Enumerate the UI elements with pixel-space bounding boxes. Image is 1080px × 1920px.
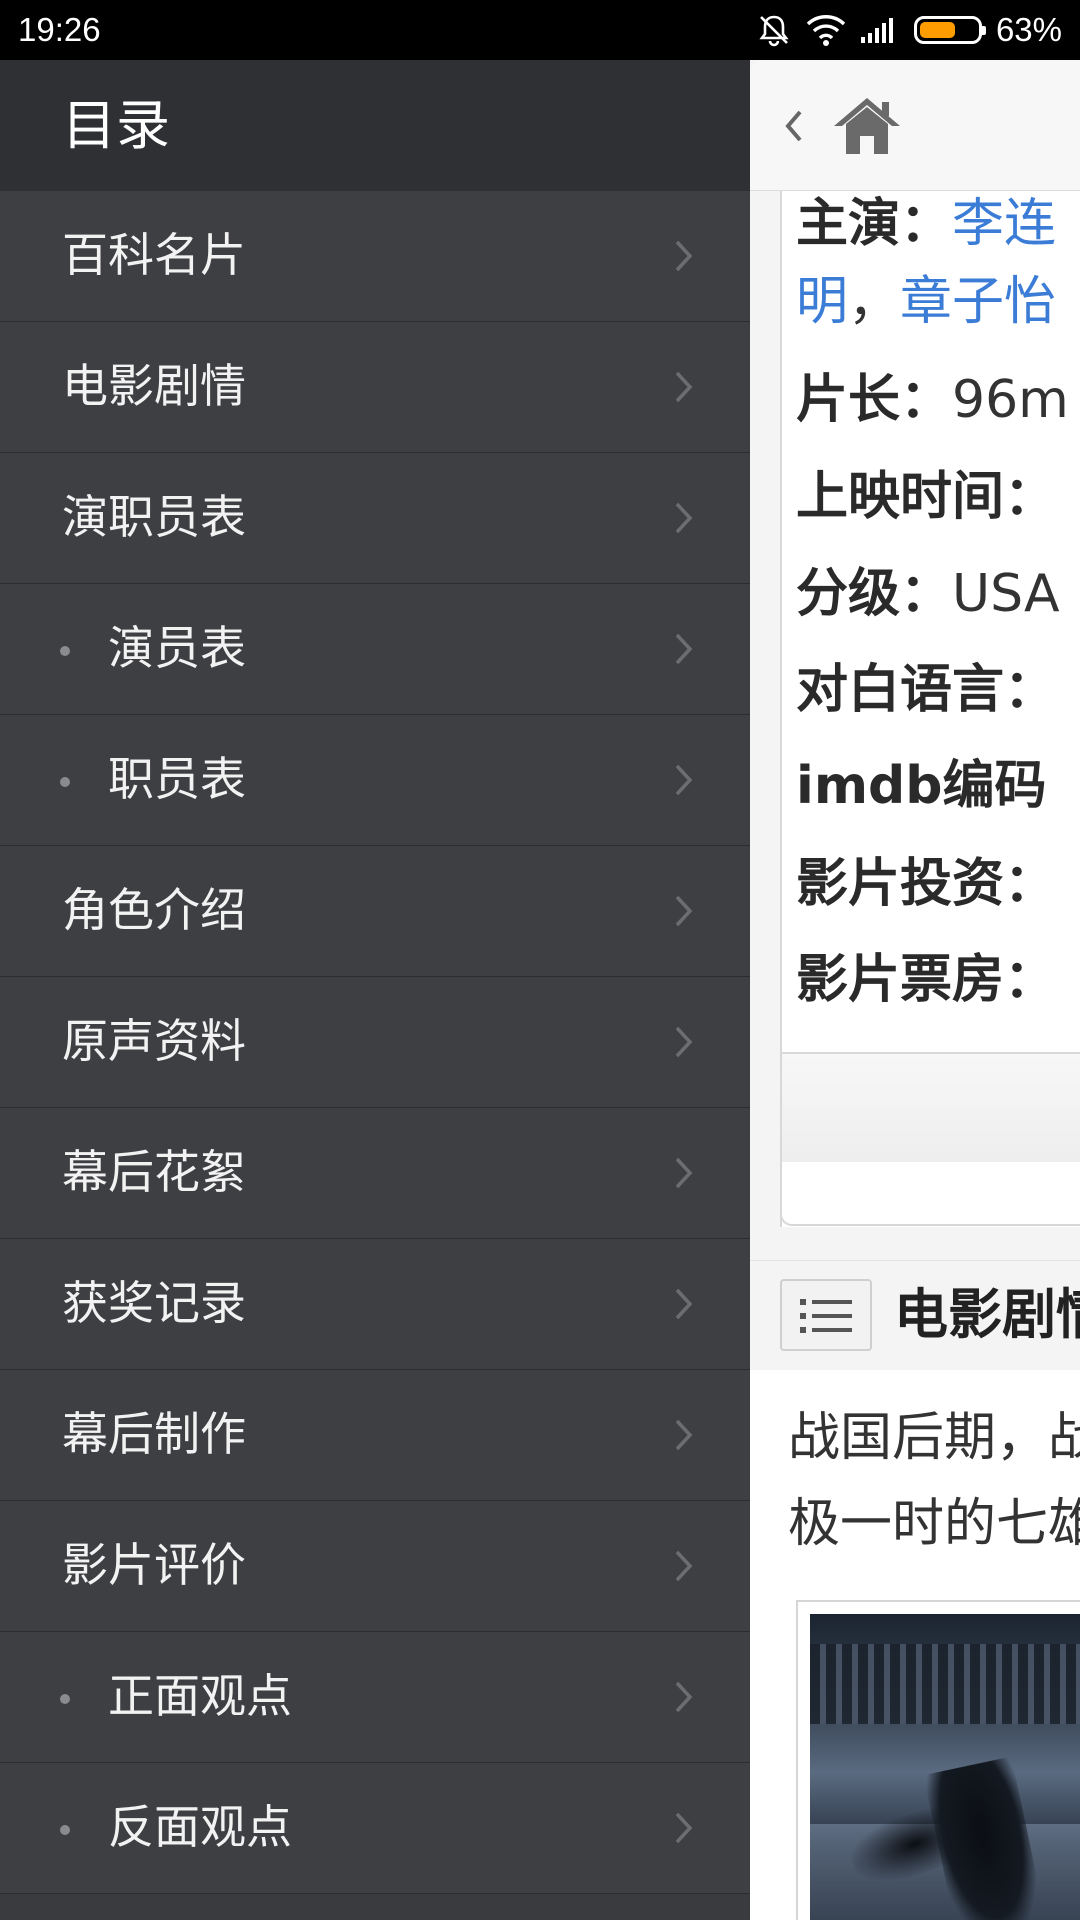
drawer-header: 目录	[0, 60, 750, 191]
chevron-right-icon	[668, 629, 698, 669]
starring-link-continued[interactable]: 明	[796, 272, 848, 332]
status-bar: 19:26 63%	[0, 0, 1080, 60]
chevron-right-icon	[668, 1022, 698, 1062]
chevron-right-icon	[668, 236, 698, 276]
mute-icon	[756, 12, 792, 48]
toc-item[interactable]: 百科名片	[0, 191, 750, 322]
starring-link-2[interactable]: 章子怡	[900, 272, 1056, 332]
toc-item[interactable]: 影片评价	[0, 1501, 750, 1632]
toc-item[interactable]: 角色介绍	[0, 846, 750, 977]
bullet-icon	[60, 1694, 70, 1704]
toc-item-label: 角色介绍	[62, 883, 246, 937]
signal-icon	[860, 15, 900, 45]
list-icon	[800, 1299, 852, 1333]
chevron-right-icon	[668, 891, 698, 931]
toc-item-label: 电影剧情	[62, 359, 246, 413]
status-time: 19:26	[18, 11, 101, 48]
toc-button[interactable]	[780, 1279, 872, 1351]
toc-item[interactable]: 获奖记录	[0, 1239, 750, 1370]
boxoffice-line: 影片票房：	[796, 948, 1056, 1012]
language-line: 对白语言：	[796, 658, 1056, 722]
body-line-1: 战国后期，战	[788, 1408, 1080, 1468]
toc-item-label: 幕后制作	[62, 1407, 246, 1461]
bullet-icon	[60, 646, 70, 656]
status-icons: 63%	[756, 10, 1062, 50]
drawer-list: 百科名片电影剧情演职员表演员表职员表角色介绍原声资料幕后花絮获奖记录幕后制作影片…	[0, 191, 750, 1894]
toc-item-label: 正面观点	[108, 1669, 292, 1723]
starring-line-2: 明，章子怡	[796, 270, 1056, 334]
section-header: 电影剧情	[750, 1260, 1080, 1372]
length-value: 96m	[952, 370, 1069, 430]
toc-item[interactable]: 幕后花絮	[0, 1108, 750, 1239]
rating-line: 分级：USA	[796, 562, 1060, 626]
rating-value: USA	[952, 564, 1060, 624]
chevron-right-icon	[668, 1284, 698, 1324]
length-line: 片长：96m	[796, 368, 1069, 432]
bullet-icon	[60, 777, 70, 787]
battery-icon	[913, 16, 986, 44]
toc-item[interactable]: 幕后制作	[0, 1370, 750, 1501]
language-key: 对白语言：	[796, 660, 1057, 720]
info-card-footer	[780, 1052, 1080, 1162]
back-icon[interactable]	[782, 106, 806, 146]
toc-item-label: 原声资料	[62, 1014, 246, 1068]
boxoffice-key: 影片票房：	[796, 950, 1057, 1010]
chevron-right-icon	[668, 1415, 698, 1455]
release-line: 上映时间：	[796, 465, 1056, 529]
toc-item[interactable]: 原声资料	[0, 977, 750, 1108]
article-panel: 主演：李连 明，章子怡 片长：96m 上映时间： 分级：USA 对白语言： im…	[750, 60, 1080, 1920]
bullet-icon	[60, 1825, 70, 1835]
starring-separator: ，	[848, 272, 901, 332]
starring-line: 主演：李连	[796, 192, 1056, 256]
chevron-right-icon	[668, 1153, 698, 1193]
rating-key: 分级：	[796, 564, 953, 624]
battery-percent: 63%	[995, 11, 1062, 48]
movie-still-frame[interactable]	[796, 1600, 1080, 1920]
toc-item[interactable]: 电影剧情	[0, 322, 750, 453]
article-header	[750, 60, 1080, 191]
toc-item[interactable]: 职员表	[0, 715, 750, 846]
toc-item-label: 百科名片	[62, 228, 246, 282]
toc-item[interactable]: 反面观点	[0, 1763, 750, 1894]
chevron-right-icon	[668, 1677, 698, 1717]
investment-line: 影片投资：	[796, 852, 1056, 916]
drawer-title: 目录	[62, 94, 170, 157]
toc-item-label: 获奖记录	[62, 1276, 246, 1330]
toc-item[interactable]: 正面观点	[0, 1632, 750, 1763]
chevron-right-icon	[668, 1546, 698, 1586]
imdb-key: imdb编码	[796, 756, 1047, 816]
chevron-right-icon	[668, 760, 698, 800]
toc-drawer: 目录 百科名片电影剧情演职员表演员表职员表角色介绍原声资料幕后花絮获奖记录幕后制…	[0, 60, 750, 1920]
toc-item[interactable]: 演职员表	[0, 453, 750, 584]
starring-key: 主演：	[796, 194, 953, 254]
home-icon[interactable]	[832, 94, 902, 156]
imdb-line: imdb编码	[796, 754, 1046, 818]
length-key: 片长：	[796, 370, 953, 430]
chevron-right-icon	[668, 367, 698, 407]
battery-fill	[919, 22, 956, 38]
toc-item-label: 反面观点	[108, 1800, 292, 1854]
toc-item-label: 影片评价	[62, 1538, 246, 1592]
chevron-right-icon	[668, 498, 698, 538]
toc-item-label: 演职员表	[62, 490, 246, 544]
body-line-2: 极一时的七雄	[788, 1494, 1080, 1554]
toc-item-label: 幕后花絮	[62, 1145, 246, 1199]
release-key: 上映时间：	[796, 467, 1057, 527]
info-card-bottom	[780, 1162, 1080, 1226]
wifi-icon	[806, 13, 846, 47]
toc-item[interactable]: 演员表	[0, 584, 750, 715]
investment-key: 影片投资：	[796, 854, 1057, 914]
starring-link-1[interactable]: 李连	[952, 194, 1056, 254]
toc-item-label: 职员表	[108, 752, 246, 806]
movie-still-image[interactable]	[810, 1614, 1080, 1920]
toc-item-label: 演员表	[108, 621, 246, 675]
chevron-right-icon	[668, 1808, 698, 1848]
section-title: 电影剧情	[894, 1283, 1080, 1346]
